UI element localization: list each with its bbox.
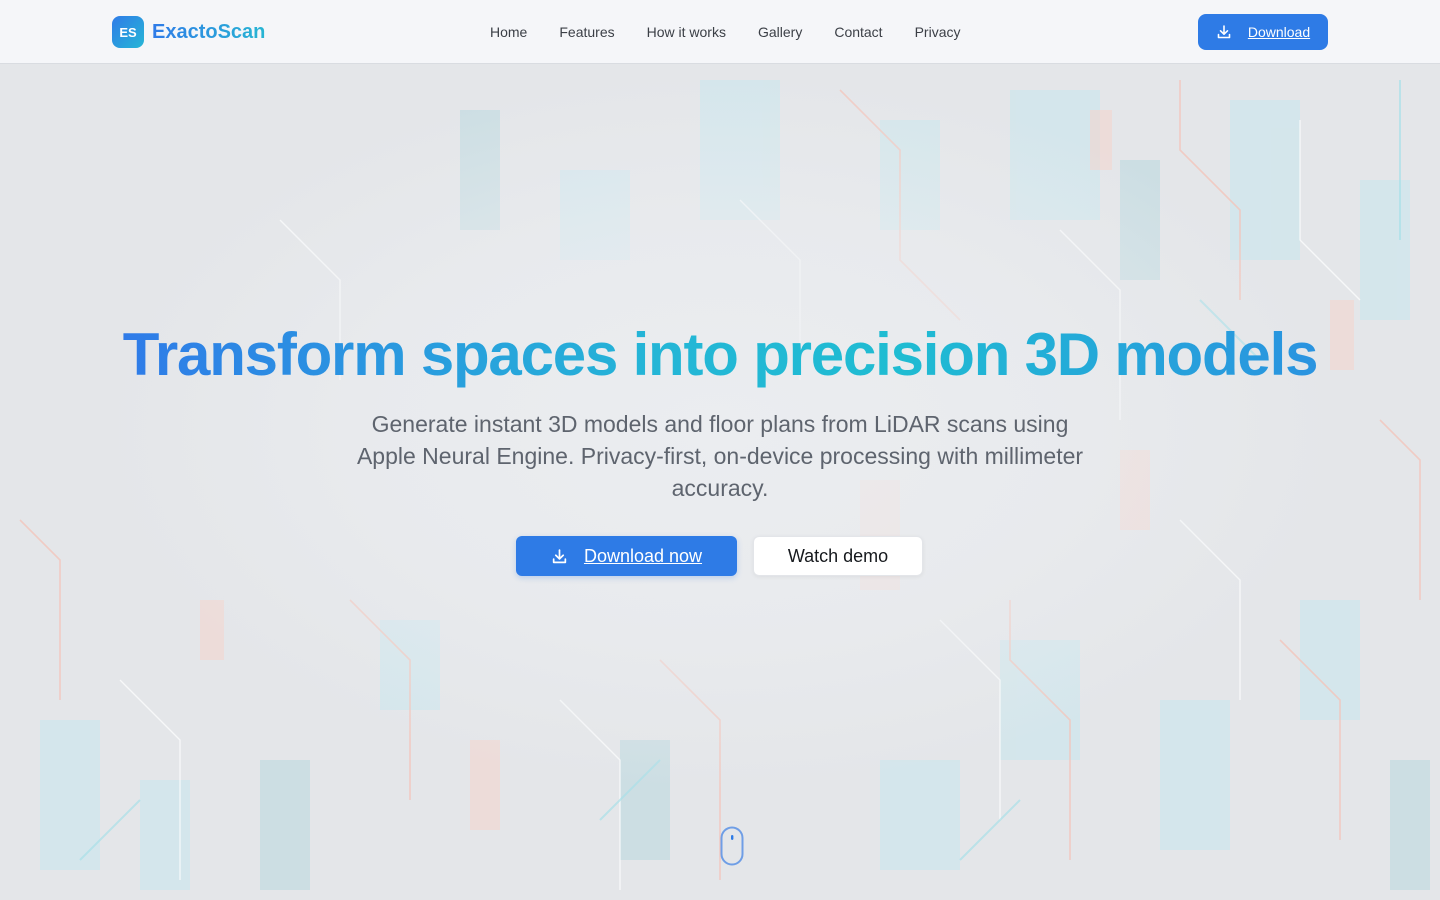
mouse-scroll-icon[interactable]: [720, 826, 744, 866]
main-nav: Home Features How it works Gallery Conta…: [474, 22, 976, 42]
hero-title: Transform spaces into precision 3D model…: [0, 320, 1440, 390]
hero-title-text: Transform spaces into precision 3D model…: [122, 321, 1319, 388]
logo-link[interactable]: ES ExactoScan: [112, 16, 265, 48]
nav-contact[interactable]: Contact: [818, 22, 898, 42]
site-header: ES ExactoScan Home Features How it works…: [0, 0, 1440, 64]
download-now-label: Download now: [583, 545, 703, 566]
nav-gallery[interactable]: Gallery: [742, 22, 818, 42]
logo-text: ExactoScan: [152, 20, 266, 43]
header-download-label: Download: [1247, 24, 1311, 40]
watch-demo-button[interactable]: Watch demo: [753, 536, 923, 576]
download-icon: [552, 548, 567, 563]
nav-privacy[interactable]: Privacy: [899, 22, 977, 42]
hero-subtitle: Generate instant 3D models and floor pla…: [356, 411, 1084, 501]
download-icon: [1217, 25, 1231, 39]
nav-features[interactable]: Features: [543, 22, 630, 42]
download-now-button[interactable]: Download now: [516, 536, 737, 576]
nav-home[interactable]: Home: [474, 22, 543, 42]
landing-page: ES ExactoScan Home Features How it works…: [0, 0, 1440, 900]
nav-how-it-works[interactable]: How it works: [631, 22, 742, 42]
header-download-button[interactable]: Download: [1198, 14, 1328, 50]
logo-badge: ES: [112, 16, 144, 48]
